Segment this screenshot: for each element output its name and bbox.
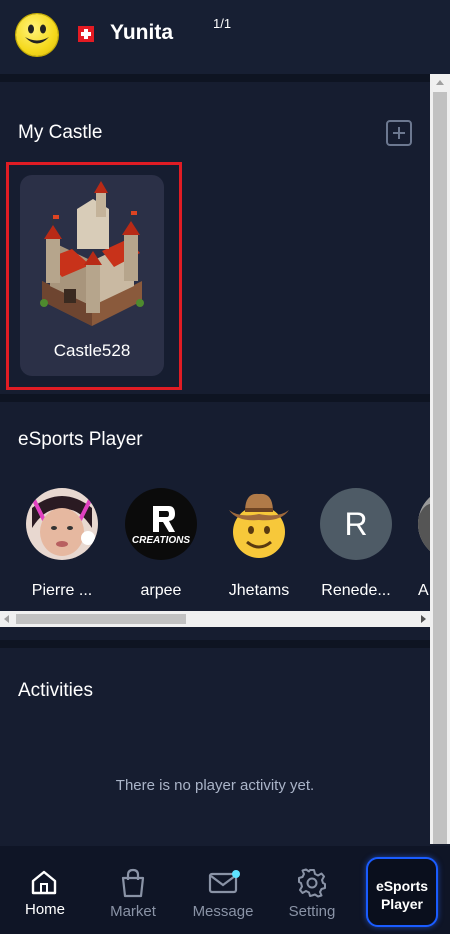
swiss-flag-icon bbox=[78, 26, 94, 42]
add-castle-button[interactable] bbox=[386, 120, 412, 146]
nav-home[interactable]: Home bbox=[0, 846, 90, 934]
player-card[interactable]: Jhetams bbox=[223, 488, 295, 608]
username: Yunita bbox=[110, 21, 174, 44]
top-header: Yunita 1/1 bbox=[0, 0, 450, 74]
nav-market-label: Market bbox=[110, 903, 156, 920]
app-root: Yunita 1/1 My Castle Castle528 eSports P… bbox=[0, 0, 450, 934]
player-avatar: R bbox=[320, 488, 392, 560]
player-card[interactable]: R Renede... bbox=[320, 488, 392, 608]
page-indicator: 1/1 bbox=[213, 16, 232, 31]
esports-section-title: eSports Player bbox=[18, 429, 143, 450]
player-name: Renede... bbox=[321, 582, 391, 599]
player-avatar bbox=[418, 488, 430, 560]
player-card[interactable]: CREATIONS arpee bbox=[125, 488, 197, 608]
player-name: Jhetams bbox=[228, 582, 290, 599]
player-avatar: CREATIONS bbox=[125, 488, 197, 560]
empty-activity-message: There is no player activity yet. bbox=[115, 777, 315, 794]
player-name: A bbox=[418, 582, 429, 599]
nav-market[interactable]: Market bbox=[88, 846, 178, 934]
castle-image bbox=[40, 181, 144, 326]
shopping-bag-icon bbox=[121, 868, 145, 898]
nav-setting[interactable]: Setting bbox=[267, 846, 357, 934]
nav-setting-label: Setting bbox=[288, 903, 336, 920]
player-name: arpee bbox=[140, 582, 182, 599]
divider bbox=[0, 74, 430, 82]
castle-card[interactable]: Castle528 bbox=[20, 175, 164, 376]
divider bbox=[0, 640, 430, 648]
castle-section-title: My Castle bbox=[18, 122, 103, 143]
user-avatar[interactable] bbox=[16, 14, 58, 56]
creations-logo-text: CREATIONS bbox=[132, 535, 190, 546]
scrollbar-thumb[interactable] bbox=[433, 92, 447, 844]
player-name: Pierre ... bbox=[31, 582, 93, 599]
cowboy-emoji-icon bbox=[223, 488, 295, 560]
vertical-scrollbar[interactable] bbox=[430, 74, 450, 844]
nav-message-label: Message bbox=[192, 903, 254, 920]
divider bbox=[0, 394, 430, 402]
player-avatar bbox=[26, 488, 98, 560]
nav-message[interactable]: Message bbox=[178, 846, 268, 934]
esports-player-nav-button[interactable]: eSports Player bbox=[366, 857, 438, 927]
notification-dot bbox=[232, 870, 240, 878]
gear-icon bbox=[298, 868, 326, 898]
esports-player-nav-label: eSports Player bbox=[375, 878, 429, 912]
player-card[interactable]: Pierre ... bbox=[26, 488, 98, 608]
scroll-up-arrow-icon[interactable] bbox=[436, 80, 444, 85]
scrollbar-thumb[interactable] bbox=[16, 614, 186, 624]
scroll-left-arrow-icon[interactable] bbox=[4, 615, 9, 623]
horizontal-scrollbar[interactable] bbox=[0, 611, 430, 627]
smiley-icon bbox=[25, 24, 49, 44]
castle-name: Castle528 bbox=[53, 341, 131, 360]
activities-section-title: Activities bbox=[18, 680, 93, 701]
activities-section bbox=[0, 648, 430, 846]
player-card-partial[interactable]: A bbox=[418, 488, 430, 608]
home-icon bbox=[31, 870, 57, 895]
player-initial: R bbox=[344, 506, 368, 542]
scroll-right-arrow-icon[interactable] bbox=[421, 615, 426, 623]
nav-home-label: Home bbox=[24, 901, 65, 918]
